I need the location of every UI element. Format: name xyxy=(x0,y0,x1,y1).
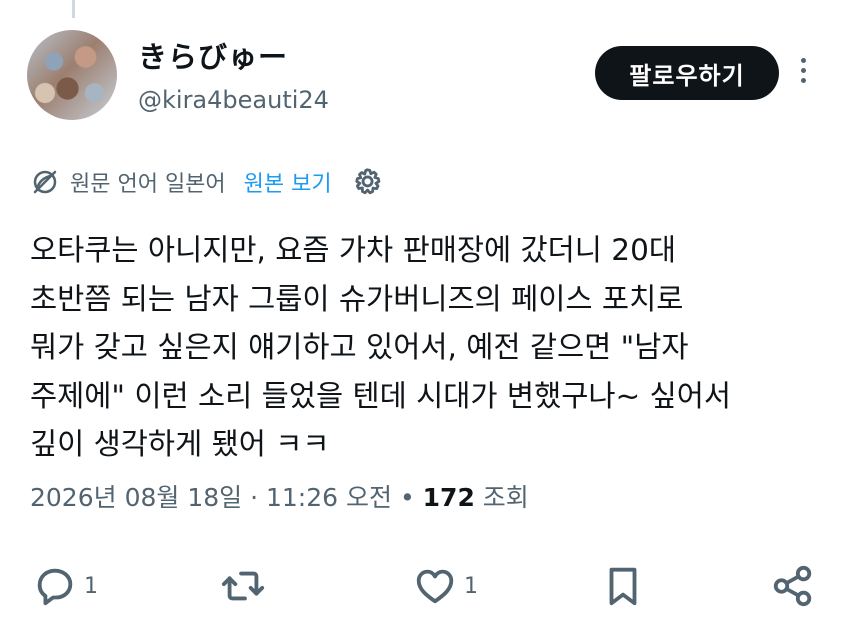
share-icon xyxy=(773,565,812,607)
more-vertical-icon[interactable] xyxy=(796,58,810,90)
share-button[interactable] xyxy=(770,556,816,616)
tweet-date[interactable]: 2026년 08월 18일 xyxy=(30,483,242,512)
user-handle[interactable]: @kira4beauti24 xyxy=(138,86,329,114)
like-icon xyxy=(416,569,454,604)
like-button[interactable]: 1 xyxy=(412,556,478,616)
gear-icon[interactable] xyxy=(350,165,384,199)
translation-bar: 원문 언어 일본어 원본 보기 xyxy=(30,164,384,200)
views-label: 조회 xyxy=(482,483,529,512)
reply-count: 1 xyxy=(84,573,98,599)
reply-icon xyxy=(37,568,73,606)
tweet-time[interactable]: 11:26 오전 xyxy=(266,483,392,512)
follow-button[interactable]: 팔로우하기 xyxy=(595,46,779,100)
globe-slash-icon xyxy=(33,170,57,194)
view-original-link[interactable]: 원본 보기 xyxy=(244,166,332,198)
bookmark-icon xyxy=(609,567,637,606)
tweet-text: 오타쿠는 아니지만, 요즘 가차 판매장에 갔더니 20대 초반쯤 되는 남자 … xyxy=(30,233,732,461)
separator-bullet: • xyxy=(399,483,415,512)
display-name[interactable]: きらびゅー xyxy=(138,34,288,76)
retweet-button[interactable] xyxy=(220,556,266,616)
retweet-icon xyxy=(221,571,265,601)
views-count: 172 xyxy=(422,483,475,512)
bookmark-button[interactable] xyxy=(600,556,646,616)
thread-connector-line xyxy=(72,0,75,18)
source-language-label: 원문 언어 일본어 xyxy=(70,172,226,197)
like-count: 1 xyxy=(464,573,478,599)
action-bar: 1 1 xyxy=(0,556,850,616)
tweet-metadata: 2026년 08월 18일 · 11:26 오전 • 172 조회 xyxy=(30,478,529,514)
avatar[interactable] xyxy=(27,30,117,120)
separator-dot: · xyxy=(250,483,259,512)
reply-button[interactable]: 1 xyxy=(32,556,98,616)
